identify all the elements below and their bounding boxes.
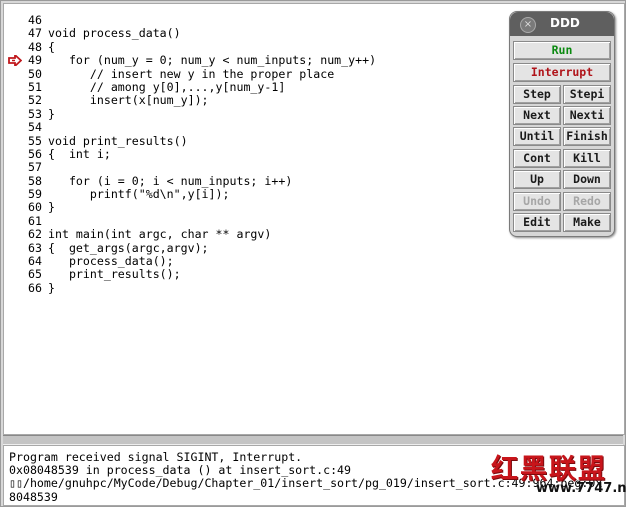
command-tool-title-bar[interactable]: × DDD bbox=[510, 12, 614, 36]
source-line[interactable]: 57 bbox=[10, 160, 376, 175]
until-button[interactable]: Until bbox=[513, 127, 561, 146]
line-text: void process_data() bbox=[48, 26, 181, 41]
source-line[interactable]: 51 // among y[0],...,y[num_y-1] bbox=[10, 79, 376, 94]
watermark-url: www.7747.net bbox=[536, 481, 626, 496]
line-number: 51 bbox=[28, 79, 42, 94]
interrupt-button[interactable]: Interrupt bbox=[513, 63, 611, 82]
source-line[interactable]: 66} bbox=[10, 280, 376, 295]
line-number: 58 bbox=[28, 173, 42, 188]
line-text: { get_args(argc,argv); bbox=[48, 240, 209, 255]
source-line[interactable]: 60} bbox=[10, 200, 376, 215]
edit-button[interactable]: Edit bbox=[513, 213, 561, 232]
line-number: 64 bbox=[28, 254, 42, 269]
stepi-button[interactable]: Stepi bbox=[563, 85, 611, 104]
line-text: // insert new y in the proper place bbox=[48, 66, 335, 81]
run-button[interactable]: Run bbox=[513, 41, 611, 60]
ddd-command-tool: × DDD Run Interrupt Step Stepi Next Next… bbox=[509, 11, 615, 237]
source-line[interactable]: 46 bbox=[10, 13, 376, 27]
line-text: } bbox=[48, 280, 55, 295]
kill-button[interactable]: Kill bbox=[563, 149, 611, 168]
watermark: 红黑联盟 www.7747.net bbox=[491, 447, 626, 503]
line-number: 59 bbox=[28, 187, 42, 202]
source-line[interactable]: 59 printf("%d\n",y[i]); bbox=[10, 187, 376, 202]
source-code: 46 47 void process_data() 48 {49 for (num_y … bbox=[8, 13, 377, 295]
line-number: 56 bbox=[28, 146, 42, 161]
line-number: 47 bbox=[28, 26, 42, 41]
source-line[interactable]: 50 // insert new y in the proper place bbox=[10, 66, 376, 81]
source-line[interactable]: 63 { get_args(argc,argv); bbox=[10, 240, 376, 255]
line-text: // among y[0],...,y[num_y-1] bbox=[48, 79, 286, 94]
line-number: 48 bbox=[28, 39, 42, 54]
source-line[interactable]: 53} bbox=[10, 106, 376, 121]
source-line[interactable]: 58 for (i = 0; i < num_inputs; i++) bbox=[10, 173, 376, 188]
source-line[interactable]: 54 bbox=[10, 120, 376, 135]
close-icon[interactable]: × bbox=[520, 17, 536, 33]
line-number: 65 bbox=[28, 267, 42, 282]
line-number: 66 bbox=[28, 280, 42, 295]
source-line[interactable]: 62 int main(int argc, char ** argv) bbox=[10, 227, 376, 242]
line-text: insert(x[num_y]); bbox=[48, 93, 209, 108]
line-text: for (num_y = 0; num_y < num_inputs; num_… bbox=[48, 53, 377, 68]
line-number: 63 bbox=[28, 240, 42, 255]
line-number: 53 bbox=[28, 106, 42, 121]
line-text: int main(int argc, char ** argv) bbox=[48, 227, 272, 242]
line-text: } bbox=[48, 106, 55, 121]
line-number: 61 bbox=[28, 213, 42, 228]
source-line[interactable]: 56 { int i; bbox=[10, 146, 376, 161]
line-number: 55 bbox=[28, 133, 42, 148]
make-button[interactable]: Make bbox=[563, 213, 611, 232]
finish-button[interactable]: Finish bbox=[563, 127, 611, 146]
line-number: 49 bbox=[28, 53, 42, 68]
line-text: print_results(); bbox=[48, 267, 181, 282]
undo-button[interactable]: Undo bbox=[513, 192, 561, 211]
line-number: 60 bbox=[28, 200, 42, 215]
source-line[interactable]: 55 void print_results() bbox=[10, 133, 376, 148]
source-line[interactable]: 64 process_data(); bbox=[10, 254, 376, 269]
line-number: 52 bbox=[28, 93, 42, 108]
line-text: } bbox=[48, 200, 55, 215]
line-number: 50 bbox=[28, 66, 42, 81]
source-line[interactable]: 49 for (num_y = 0; num_y < num_inputs; n… bbox=[8, 53, 377, 68]
line-number: 54 bbox=[28, 120, 42, 135]
line-text: { bbox=[48, 39, 55, 54]
source-line[interactable]: 47 void process_data() bbox=[10, 26, 376, 41]
redo-button[interactable]: Redo bbox=[563, 192, 611, 211]
line-number: 57 bbox=[28, 160, 42, 175]
cont-button[interactable]: Cont bbox=[513, 149, 561, 168]
ddd-main-window: 46 47 void process_data() 48 {49 for (num_y … bbox=[0, 0, 626, 507]
command-tool-title: DDD bbox=[550, 16, 580, 30]
next-button[interactable]: Next bbox=[513, 106, 561, 125]
execution-arrow-icon[interactable] bbox=[8, 55, 22, 67]
source-line[interactable]: 65 print_results(); bbox=[10, 267, 376, 282]
source-line[interactable]: 48 { bbox=[10, 39, 376, 54]
source-line[interactable]: 52 insert(x[num_y]); bbox=[10, 93, 376, 108]
down-button[interactable]: Down bbox=[563, 170, 611, 189]
nexti-button[interactable]: Nexti bbox=[563, 106, 611, 125]
line-text: for (i = 0; i < num_inputs; i++) bbox=[48, 173, 293, 188]
line-text: { int i; bbox=[48, 146, 111, 161]
line-number: 46 bbox=[28, 13, 42, 27]
line-text: process_data(); bbox=[48, 254, 174, 269]
step-button[interactable]: Step bbox=[513, 85, 561, 104]
source-line[interactable]: 61 bbox=[10, 213, 376, 228]
line-number: 62 bbox=[28, 227, 42, 242]
line-text: printf("%d\n",y[i]); bbox=[48, 187, 230, 202]
line-text: void print_results() bbox=[48, 133, 188, 148]
up-button[interactable]: Up bbox=[513, 170, 561, 189]
pane-sash[interactable] bbox=[3, 435, 623, 445]
